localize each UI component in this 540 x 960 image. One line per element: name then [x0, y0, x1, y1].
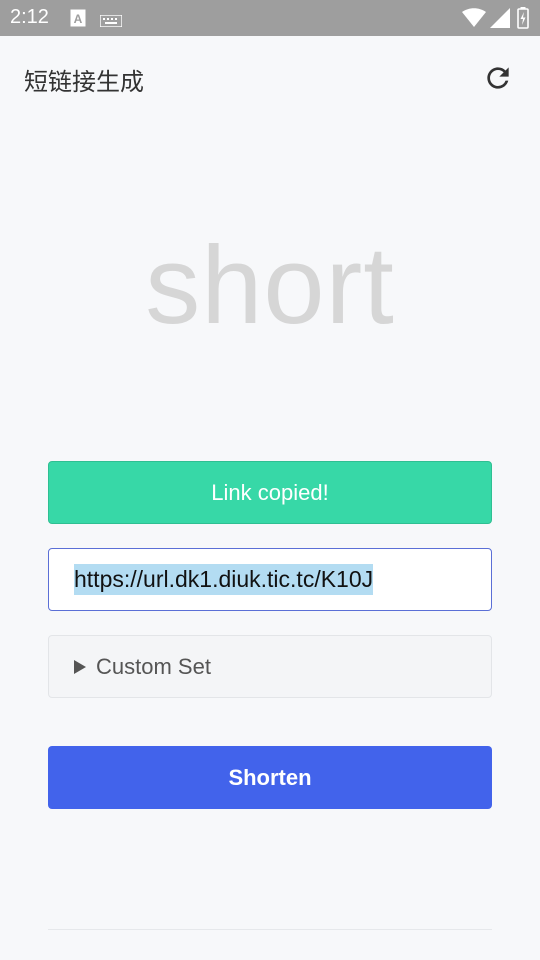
refresh-icon[interactable]	[482, 62, 514, 94]
app-title: 短链接生成	[24, 68, 144, 96]
status-bar: 2:12 A	[0, 0, 540, 36]
battery-icon	[517, 7, 529, 33]
triangle-right-icon	[74, 659, 86, 674]
keyboard-icon	[99, 12, 123, 31]
shorten-button[interactable]: Shorten	[48, 746, 492, 809]
divider	[48, 929, 492, 930]
custom-set-label: Custom Set	[96, 653, 211, 679]
status-time: 2:12	[10, 6, 49, 28]
custom-set-toggle[interactable]: Custom Set	[48, 635, 492, 698]
url-input-value[interactable]: https://url.dk1.diuk.tic.tc/K10J	[74, 564, 374, 595]
cell-signal-icon	[490, 8, 510, 32]
url-input[interactable]: https://url.dk1.diuk.tic.tc/K10J	[48, 548, 492, 611]
link-copied-toast: Link copied!	[48, 461, 492, 524]
logo-text: short	[145, 224, 395, 347]
wifi-icon	[462, 8, 486, 32]
text-a-icon: A	[70, 9, 86, 31]
svg-text:A: A	[74, 12, 83, 26]
app-bar: 短链接生成	[0, 36, 540, 120]
